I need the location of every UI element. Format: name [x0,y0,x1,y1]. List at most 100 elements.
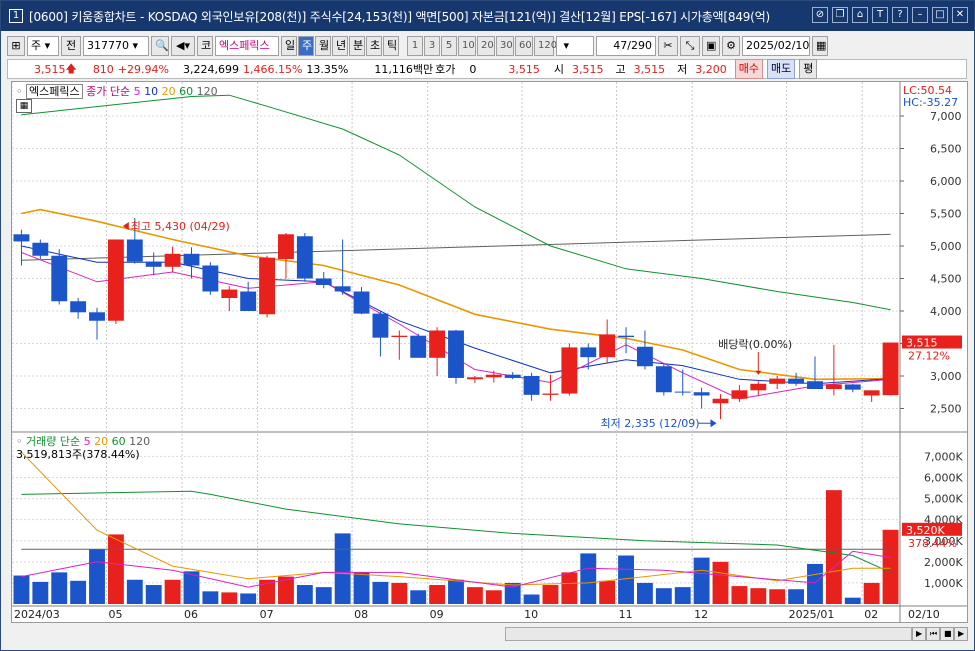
sell-button[interactable]: 매도 [766,59,796,79]
period-button-0[interactable]: 일 [281,36,297,56]
volume-last-value: 3,520K [906,524,945,537]
volume-bar [693,557,710,604]
price-tick-8: 3,000 [930,370,962,383]
candle-body [353,291,370,314]
pin-icon[interactable]: ⌂ [852,7,868,23]
candle-body [466,377,483,380]
play-icon[interactable]: ▶ [954,627,968,641]
candle-body [334,286,351,292]
trade-amount: 11,116백만 [374,63,434,76]
help-icon[interactable]: ? [892,7,908,23]
volume-bar [107,534,124,604]
scissors-icon[interactable]: ✂ [658,36,678,56]
count-field[interactable]: 47/290 [596,36,656,56]
legend-ma-120: 120 [196,85,218,98]
volume-bar [51,572,68,604]
price-last-pct: 27.12% [908,350,950,363]
interval-button-10[interactable]: 10 [458,36,476,56]
calendar-icon[interactable]: ▦ [812,36,828,56]
gear-icon[interactable]: ⚙ [722,36,740,56]
candle-body [542,393,559,395]
candle-body [504,374,521,378]
copy-icon[interactable]: ❐ [832,7,848,23]
chart-area[interactable]: 2024/03 05 06 07 08 09 10 11 12 2025/01 02 02/10 7,0… [11,81,968,623]
change-value: 810 [92,62,114,76]
legend-bullet-icon: ◦ [16,85,23,98]
volume-bar [844,597,861,604]
period-button-4[interactable]: 분 [349,36,365,56]
volume-value: 3,224,699 [182,62,239,76]
candle-body [788,378,805,384]
candle-body [844,384,861,390]
interval-button-5[interactable]: 5 [441,36,457,56]
volume-bar [523,594,540,604]
period-button-3[interactable]: 년 [332,36,348,56]
price-tick-0: 7,000 [930,110,962,123]
toolbar: ⊞ 주 ▾ 전 317770 ▾ 🔍 ◀▾ 코 엑스페릭스 일주월년분초틱 13… [7,35,967,57]
high-annotation: 최고 5,430 (04/29) [131,220,230,233]
candle-body [32,242,49,256]
volume-bar [296,585,313,604]
candle-body [807,381,823,389]
interval-button-3[interactable]: 3 [424,36,440,56]
period-button-2[interactable]: 월 [315,36,331,56]
period-button-5[interactable]: 초 [366,36,382,56]
interval-button-120[interactable]: 120 [534,36,557,56]
candle-body [51,255,68,302]
candle-body [448,330,464,378]
interval-button-60[interactable]: 60 [515,36,533,56]
volume-tick-0: 7,000K [924,450,963,463]
volume-bar [788,589,805,604]
volume-bar [466,587,483,604]
candle-body [882,342,899,396]
price-ma-60-line [21,94,891,311]
current-price: 3,515 [34,62,66,76]
open-value: 3,515 [571,62,604,76]
volume-bar [353,572,370,604]
candlestick-chart[interactable]: 2024/03 05 06 07 08 09 10 11 12 2025/01 02 02/10 7,0… [11,82,967,622]
volume-bar [70,580,87,604]
buy-button[interactable]: 매수 [734,59,763,79]
layout-icon[interactable]: ⊞ [7,36,25,56]
candle-body [580,347,597,358]
x-label-8: 12 [694,608,708,621]
market-tag: 코 [197,36,213,56]
date-input[interactable]: 2025/02/10 [742,36,810,56]
prev-button[interactable]: 전 [61,36,81,56]
speaker-icon[interactable]: ◀▾ [171,36,195,56]
price-tick-6: 4,000 [930,305,962,318]
interval-input[interactable]: ▾ [556,36,594,56]
horizontal-scrollbar[interactable] [505,627,912,641]
candle-body [731,390,748,399]
code-input[interactable]: 317770 ▾ [83,36,149,56]
candle-body [561,347,578,394]
code-value: 317770 [87,39,129,52]
stop-icon[interactable]: ■ [940,627,954,641]
candle-body [750,383,767,391]
legend-stock-name[interactable]: 엑스페릭스 [26,84,83,99]
minimize-icon[interactable]: – [912,7,928,23]
interval-button-20[interactable]: 20 [477,36,495,56]
grid-table-icon[interactable]: ▦ [16,99,32,113]
eval-button[interactable]: 평 [799,59,818,79]
hoga-price: 3,515 [508,62,540,76]
search-icon[interactable]: 🔍 [151,36,169,56]
price-legend: ◦ 엑스페릭스 종가 단순 5 10 20 60 120 [16,83,218,99]
candle-body [126,239,143,262]
skip-first-icon[interactable]: ⏮ [926,627,940,641]
period-button-1[interactable]: 주 [298,36,314,56]
save-icon[interactable]: ▣ [702,36,720,56]
close-icon[interactable]: ✕ [952,7,968,23]
x-label-2: 06 [184,608,198,621]
period-button-6[interactable]: 틱 [383,36,399,56]
scroll-right-icon[interactable]: ▶ [912,627,926,641]
volume-bar [240,593,257,604]
period-select[interactable]: 주 ▾ [27,36,59,56]
interval-button-30[interactable]: 30 [496,36,514,56]
arrow-tool-icon[interactable]: ⤡ [680,36,700,56]
interval-button-1[interactable]: 1 [407,36,423,56]
chart-window: 1 [0600] 키움종합차트 - KOSDAQ 외국인보유[208(천)] 주… [0,0,975,651]
link-icon[interactable]: ⊘ [812,7,828,23]
text-icon[interactable]: T [872,7,888,23]
maximize-icon[interactable]: □ [932,7,948,23]
